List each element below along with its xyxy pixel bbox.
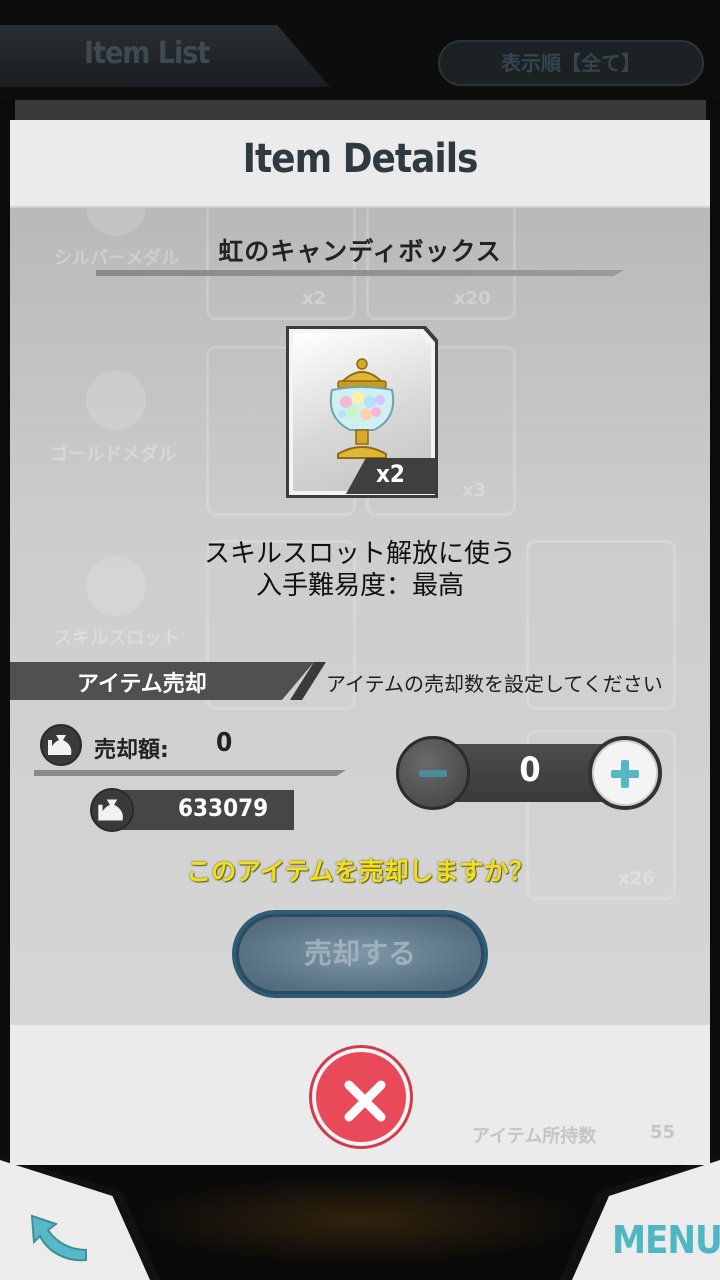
sale-amount-underline xyxy=(34,770,346,776)
plus-icon-vertical xyxy=(621,760,629,788)
close-button[interactable] xyxy=(312,1048,410,1146)
sale-amount-value: 0 xyxy=(216,728,233,758)
menu-label[interactable]: MENU xyxy=(612,1218,720,1262)
close-icon xyxy=(344,1080,386,1122)
item-name: 虹のキャンディボックス xyxy=(218,237,502,266)
money-bag-icon xyxy=(40,724,82,766)
sell-confirm-question: このアイテムを売却しますか？ xyxy=(186,857,534,886)
dialog-header: Item Details xyxy=(10,120,710,208)
description-difficulty: 入手難易度：最高 xyxy=(255,571,464,601)
quantity-value: 0 xyxy=(519,750,541,790)
sale-amount-label: 売却額: xyxy=(94,738,169,763)
minus-icon xyxy=(419,770,447,777)
description-usage: スキルスロット解放に使う xyxy=(203,539,516,569)
ghost-item-count: x2 xyxy=(302,288,327,309)
increase-quantity-button[interactable] xyxy=(588,736,662,810)
ghost-item-label: スキルスロット xyxy=(54,628,180,649)
item-count: x2 xyxy=(376,460,405,488)
item-description: スキルスロット解放に使う 入手難易度：最高 xyxy=(10,538,710,602)
item-details-dialog: シルバーメダル ゴールドメダル スキルスロット x2 x20 x3 x26 It… xyxy=(10,120,710,1165)
ghost-item-count: x20 xyxy=(454,288,491,309)
sell-section-label: アイテム売却 xyxy=(77,672,207,697)
ghost-item-label: ゴールドメダル xyxy=(50,444,176,465)
dialog-title: Item Details xyxy=(242,136,479,182)
owned-items-footer-count: 55 xyxy=(650,1122,676,1143)
sell-hint: アイテムの売却数を設定してください xyxy=(326,672,663,696)
background-strip xyxy=(15,100,706,122)
money-bag-icon xyxy=(90,788,134,832)
owned-items-footer-label: アイテム所持数 xyxy=(472,1126,597,1147)
nav-glow xyxy=(130,1175,590,1265)
decrease-quantity-button[interactable] xyxy=(396,736,470,810)
item-name-underline xyxy=(96,270,624,276)
background-page-title: Item List xyxy=(84,36,210,71)
owned-money-value: 633079 xyxy=(178,794,269,822)
sort-order-button: 表示順【全て】 xyxy=(438,40,704,86)
ghost-item-count: x3 xyxy=(462,480,487,501)
ghost-medal-icon xyxy=(86,370,146,430)
sell-button-label[interactable]: 売却する xyxy=(232,932,488,972)
candy-jar-icon xyxy=(329,358,395,459)
back-arrow-icon[interactable] xyxy=(26,1210,92,1266)
